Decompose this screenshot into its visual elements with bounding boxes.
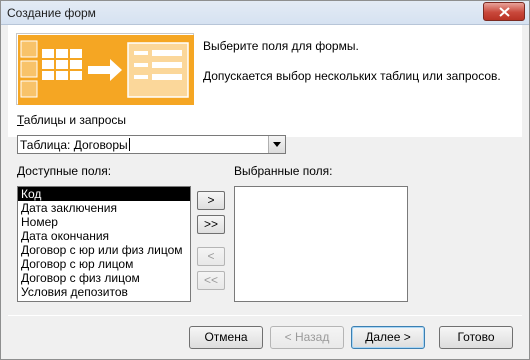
available-fields-label: Доступные поля:: [17, 164, 112, 178]
next-button[interactable]: Далее >: [351, 326, 425, 349]
chevron-down-icon: [273, 142, 281, 147]
instruction-text: Выберите поля для формы.: [203, 39, 359, 53]
list-item[interactable]: Номер: [18, 215, 190, 229]
selected-fields-label: Выбранные поля:: [234, 164, 333, 178]
instruction-hint: Допускается выбор нескольких таблиц или …: [203, 69, 501, 83]
tables-label: Таблицы и запросы: [17, 113, 127, 127]
tables-combobox[interactable]: Таблица: Договоры: [17, 135, 286, 154]
add-field-button[interactable]: >: [197, 191, 225, 210]
available-fields-list[interactable]: Код Дата заключения Номер Дата окончания…: [17, 186, 191, 302]
list-item[interactable]: Дата окончания: [18, 229, 190, 243]
form-wizard-dialog: Создание форм Выберите поля для формы. Д…: [0, 0, 530, 360]
list-item[interactable]: Дата заключения: [18, 201, 190, 215]
back-button[interactable]: < Назад: [270, 326, 344, 349]
add-all-fields-button[interactable]: >>: [197, 215, 225, 234]
tables-combobox-value: Таблица: Договоры: [20, 138, 130, 152]
selected-fields-list[interactable]: [234, 186, 408, 302]
form-wizard-illustration: [18, 35, 194, 105]
close-button[interactable]: [483, 2, 525, 21]
list-item[interactable]: Договор с физ лицом: [18, 271, 190, 285]
dialog-body: Выберите поля для формы. Допускается выб…: [8, 25, 522, 353]
tables-dropdown-button[interactable]: [268, 136, 285, 153]
list-item[interactable]: Условия депозитов: [18, 285, 190, 299]
close-icon: [499, 7, 510, 17]
remove-all-fields-button[interactable]: <<: [197, 271, 225, 290]
form-wizard-graphic: [16, 33, 194, 105]
title-bar[interactable]: Создание форм: [1, 1, 529, 25]
list-item[interactable]: Договор с юр или физ лицом: [18, 243, 190, 257]
window-title: Создание форм: [7, 6, 96, 20]
footer-divider: [8, 315, 522, 316]
finish-button[interactable]: Готово: [439, 326, 513, 349]
remove-field-button[interactable]: <: [197, 247, 225, 266]
list-item[interactable]: Код: [18, 187, 190, 201]
cancel-button[interactable]: Отмена: [189, 326, 263, 349]
list-item[interactable]: Договор с юр лицом: [18, 257, 190, 271]
